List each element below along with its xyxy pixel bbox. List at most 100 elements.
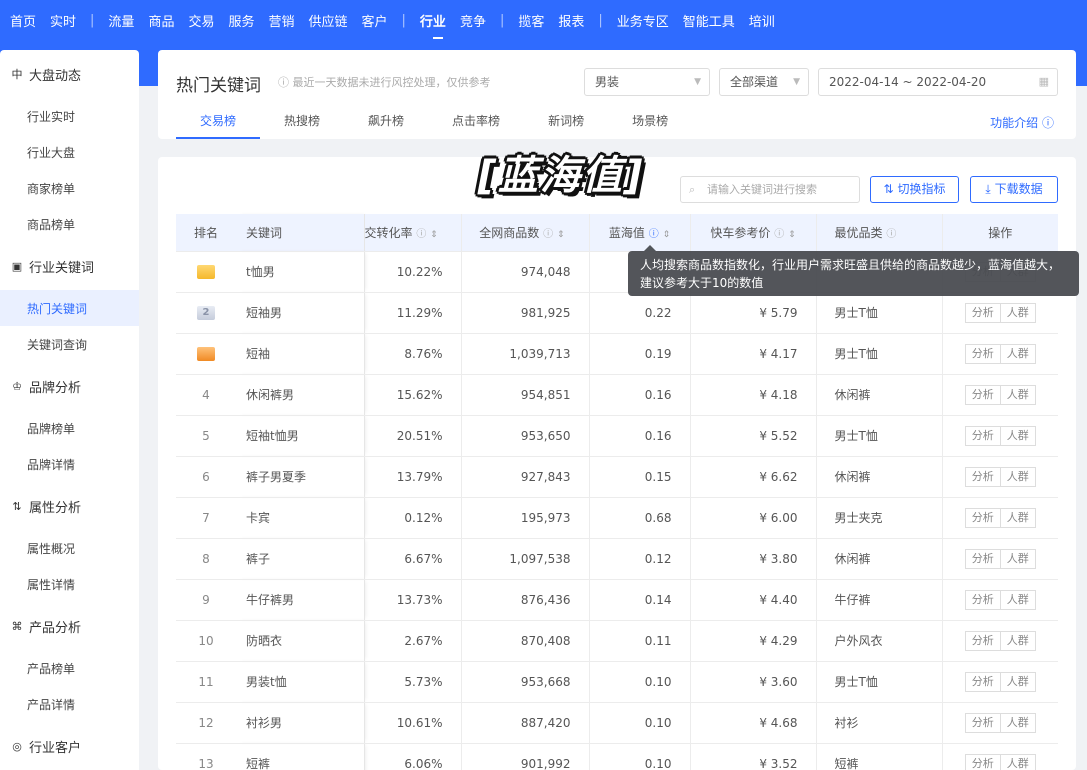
sidebar-item[interactable]: 行业实时 (0, 98, 139, 134)
sidebar-group[interactable]: ⇅ 属性分析 (0, 482, 139, 530)
nav-item-交易[interactable]: 交易 (188, 11, 228, 30)
audience-button[interactable]: 人群 (1000, 384, 1036, 405)
audience-button[interactable]: 人群 (1000, 712, 1036, 733)
audience-button[interactable]: 人群 (1000, 507, 1036, 528)
keyword-cell[interactable]: 裤子 (236, 538, 365, 580)
sidebar-group[interactable]: ◎ 行业客户 (0, 722, 139, 770)
conversion-cell: 10.61% (364, 702, 462, 744)
switch-metric-button[interactable]: ⇅ 切换指标 (870, 176, 959, 203)
help-icon[interactable]: ⓘ (649, 229, 659, 240)
help-icon[interactable]: ⓘ (543, 229, 553, 240)
tab-新词榜[interactable]: 新词榜 (524, 108, 608, 139)
sort-icon[interactable]: ⇕ (557, 230, 565, 240)
col-blue-ocean[interactable]: 蓝海值 ⓘ ⇕ (589, 214, 691, 252)
tab-点击率榜[interactable]: 点击率榜 (428, 108, 524, 139)
keyword-cell[interactable]: 短袖t恤男 (236, 415, 365, 457)
sidebar-group[interactable]: ♔ 品牌分析 (0, 362, 139, 410)
sort-icon[interactable]: ⇕ (788, 230, 796, 240)
analyze-button[interactable]: 分析 (964, 753, 1001, 770)
sort-icon[interactable]: ⇕ (430, 230, 438, 240)
col-goods-count[interactable]: 全网商品数 ⓘ ⇕ (461, 214, 590, 252)
keyword-cell[interactable]: 短袖 (236, 333, 365, 375)
sidebar-group[interactable]: 中大盘动态 (0, 50, 139, 98)
tab-飙升榜[interactable]: 飙升榜 (344, 108, 428, 139)
sidebar-item[interactable]: 属性详情 (0, 566, 139, 602)
category-select[interactable]: 男装 ▼ (584, 68, 710, 96)
nav-item-竞争[interactable]: 竞争 (460, 11, 500, 30)
goods-count-cell: 953,668 (461, 661, 590, 703)
function-intro-link[interactable]: 功能介绍 ⓘ (990, 114, 1054, 131)
sidebar-item[interactable]: 属性概况 (0, 530, 139, 566)
sidebar-item[interactable]: 行业大盘 (0, 134, 139, 170)
col-ref-price[interactable]: 快车参考价 ⓘ ⇕ (690, 214, 817, 252)
analyze-button[interactable]: 分析 (964, 630, 1001, 651)
sidebar-group[interactable]: ⌘ 产品分析 (0, 602, 139, 650)
download-data-button[interactable]: ⤓ 下载数据 (970, 176, 1058, 203)
analyze-button[interactable]: 分析 (964, 343, 1001, 364)
tab-热搜榜[interactable]: 热搜榜 (260, 108, 344, 139)
audience-button[interactable]: 人群 (1000, 466, 1036, 487)
sidebar-item[interactable]: 产品榜单 (0, 650, 139, 686)
nav-item-服务[interactable]: 服务 (228, 11, 268, 30)
audience-button[interactable]: 人群 (1000, 589, 1036, 610)
date-range-picker[interactable]: 2022-04-14 ~ 2022-04-20 ▦ (818, 68, 1058, 96)
channel-select[interactable]: 全部渠道 ▼ (719, 68, 809, 96)
audience-button[interactable]: 人群 (1000, 753, 1036, 770)
keyword-cell[interactable]: t恤男 (236, 251, 365, 293)
sidebar-item[interactable]: 商家榜单 (0, 170, 139, 206)
nav-item-供应链[interactable]: 供应链 (309, 11, 362, 30)
sidebar-item[interactable]: 品牌详情 (0, 446, 139, 482)
nav-item-业务专区[interactable]: 业务专区 (617, 11, 683, 30)
keyword-cell[interactable]: 男装t恤 (236, 661, 365, 703)
sidebar-item[interactable]: 产品详情 (0, 686, 139, 722)
analyze-button[interactable]: 分析 (964, 548, 1001, 569)
sidebar-group[interactable]: ▣ 行业关键词 (0, 242, 139, 290)
keyword-cell[interactable]: 衬衫男 (236, 702, 365, 744)
nav-item-智能工具[interactable]: 智能工具 (683, 11, 749, 30)
audience-button[interactable]: 人群 (1000, 425, 1036, 446)
analyze-button[interactable]: 分析 (964, 671, 1001, 692)
help-icon[interactable]: ⓘ (416, 229, 426, 240)
analyze-button[interactable]: 分析 (964, 302, 1001, 323)
analyze-button[interactable]: 分析 (964, 712, 1001, 733)
help-icon[interactable]: ⓘ (774, 229, 784, 240)
nav-item-营销[interactable]: 营销 (268, 11, 308, 30)
keyword-cell[interactable]: 休闲裤男 (236, 374, 365, 416)
keyword-cell[interactable]: 卡宾 (236, 497, 365, 539)
audience-button[interactable]: 人群 (1000, 302, 1036, 323)
nav-item-行业[interactable]: 行业 (420, 11, 460, 30)
sort-icon[interactable]: ⇕ (663, 230, 671, 240)
keyword-cell[interactable]: 牛仔裤男 (236, 579, 365, 621)
table-row: 12 衬衫男 10.61% 887,420 0.10 ¥ 4.68 衬衫 分析 人群 (176, 702, 1058, 744)
sidebar-item[interactable]: 关键词查询 (0, 326, 139, 362)
tab-场景榜[interactable]: 场景榜 (608, 108, 692, 139)
sidebar-item[interactable]: 热门关键词 (0, 290, 139, 326)
audience-button[interactable]: 人群 (1000, 630, 1036, 651)
analyze-button[interactable]: 分析 (964, 589, 1001, 610)
nav-item-流量[interactable]: 流量 (108, 11, 148, 30)
analyze-button[interactable]: 分析 (964, 425, 1001, 446)
keyword-cell[interactable]: 裤子男夏季 (236, 456, 365, 498)
nav-item-揽客[interactable]: 揽客 (518, 11, 558, 30)
analyze-button[interactable]: 分析 (964, 507, 1001, 528)
nav-item-客户[interactable]: 客户 (362, 11, 402, 30)
tab-交易榜[interactable]: 交易榜 (176, 108, 261, 139)
sidebar-item[interactable]: 品牌榜单 (0, 410, 139, 446)
keyword-cell[interactable]: 防晒衣 (236, 620, 365, 662)
analyze-button[interactable]: 分析 (964, 466, 1001, 487)
analyze-button[interactable]: 分析 (964, 384, 1001, 405)
sidebar-item[interactable]: 商品榜单 (0, 206, 139, 242)
keyword-cell[interactable]: 短袖男 (236, 292, 365, 334)
nav-item-商品[interactable]: 商品 (148, 11, 188, 30)
nav-item-培训[interactable]: 培训 (749, 11, 789, 30)
nav-item-实时[interactable]: 实时 (50, 11, 90, 30)
audience-button[interactable]: 人群 (1000, 343, 1036, 364)
nav-item-首页[interactable]: 首页 (10, 11, 50, 30)
col-conversion[interactable]: 交转化率 ⓘ ⇕ (364, 214, 462, 252)
help-icon[interactable]: ⓘ (886, 229, 896, 240)
keyword-cell[interactable]: 短裤 (236, 743, 365, 770)
audience-button[interactable]: 人群 (1000, 548, 1036, 569)
audience-button[interactable]: 人群 (1000, 671, 1036, 692)
nav-item-报表[interactable]: 报表 (558, 11, 598, 30)
keyword-search-input[interactable]: ⌕ 请输入关键词进行搜索 (680, 176, 860, 203)
